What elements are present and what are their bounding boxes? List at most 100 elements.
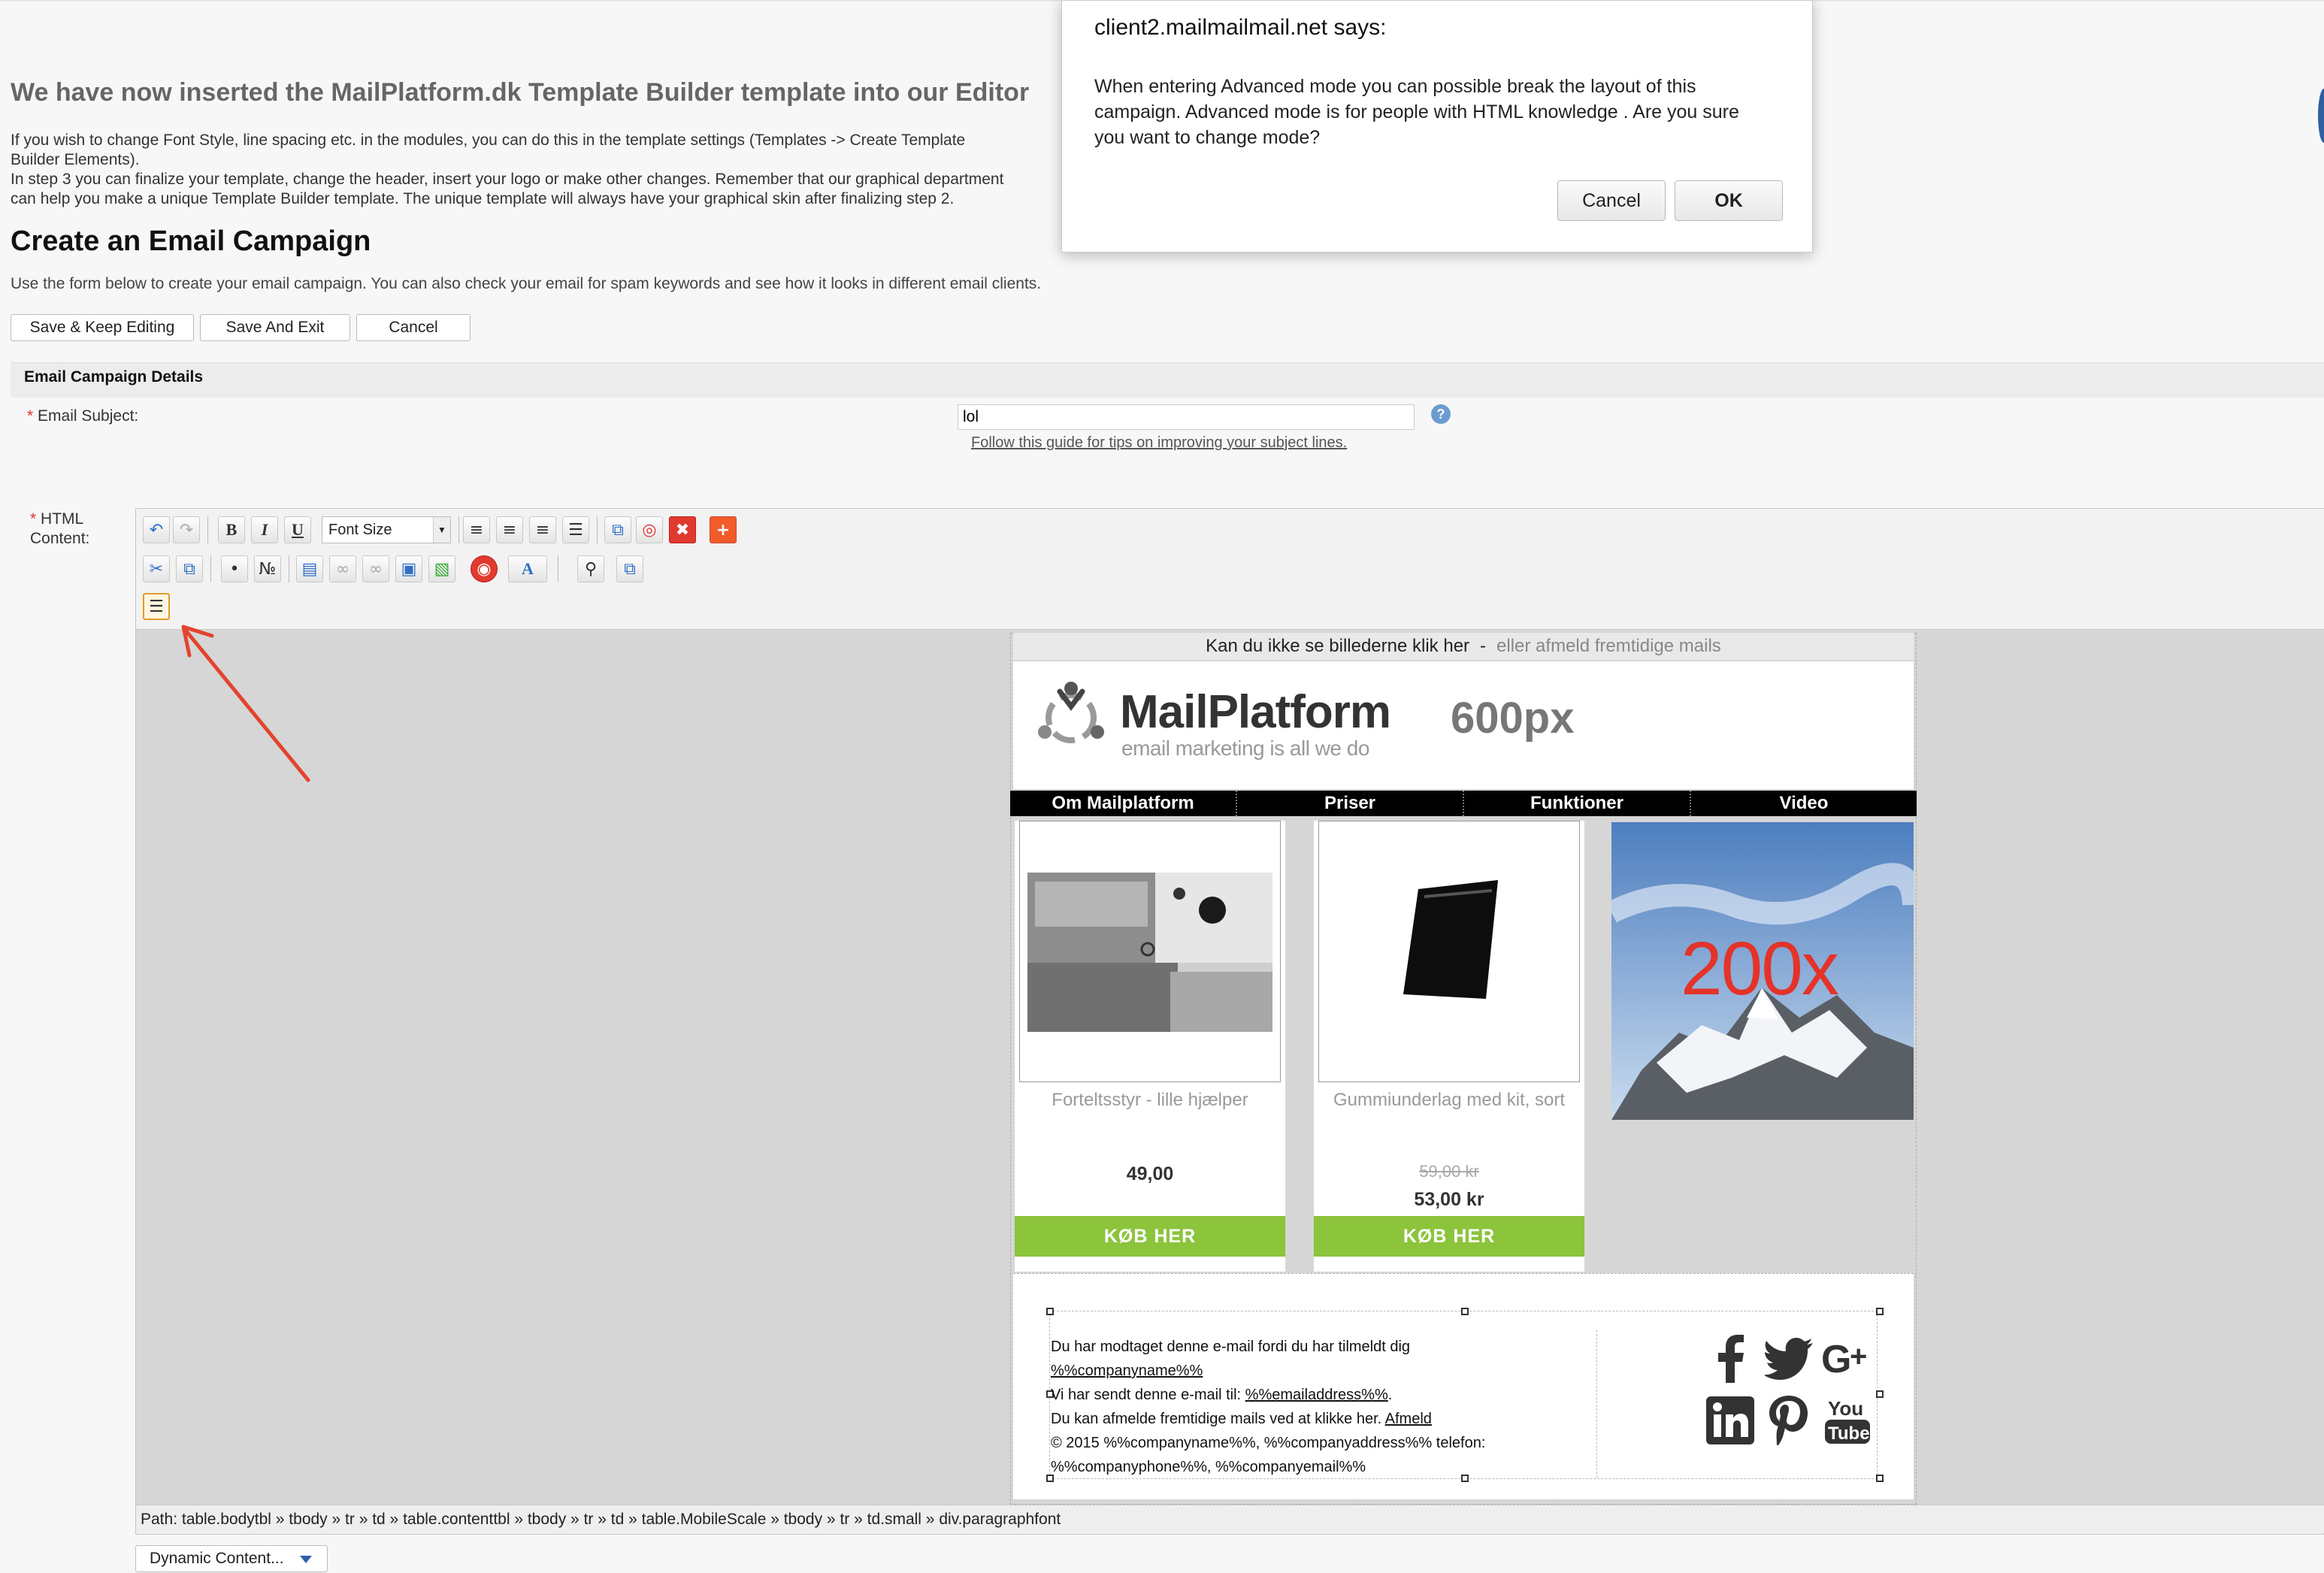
align-center-icon[interactable]: ≡	[496, 516, 523, 543]
mailplatform-logo-icon	[1038, 682, 1104, 743]
resize-handle[interactable]	[1876, 1308, 1884, 1315]
nav-item-om-mailplatform[interactable]: Om Mailplatform	[1010, 791, 1237, 816]
bold-button[interactable]: B	[218, 516, 245, 543]
email-nav-bar: Om Mailplatform Priser Funktioner Video	[1010, 791, 1917, 816]
numbered-list-icon[interactable]: №	[254, 555, 281, 582]
html-content-label: * HTML Content:	[30, 510, 105, 549]
cancel-button[interactable]: Cancel	[356, 314, 471, 341]
intro-text: If you wish to change Font Style, line s…	[11, 131, 1063, 209]
resize-handle[interactable]	[1876, 1390, 1884, 1398]
chevron-down-icon: ▼	[433, 517, 450, 543]
resize-handle[interactable]	[1461, 1308, 1469, 1315]
html-content-label-text: HTML Content:	[30, 510, 90, 547]
logo-tagline: email marketing is all we do	[1121, 737, 1369, 760]
template-inserted-heading: We have now inserted the MailPlatform.dk…	[11, 78, 1030, 107]
footer-line: %%companyphone%%, %%companyemail%%	[1051, 1459, 1366, 1475]
footer-line: Du kan afmelde fremtidige mails ved at k…	[1051, 1407, 1562, 1431]
unlink-icon[interactable]: ∞	[362, 555, 389, 582]
email-preheader: Kan du ikke se billederne klik her - ell…	[1013, 633, 1914, 660]
campaign-details-header	[11, 362, 2324, 398]
product-price: 53,00 kr	[1414, 1189, 1484, 1210]
youtube-bottom-text: Tube	[1828, 1423, 1870, 1444]
intro-line: Builder Elements).	[11, 151, 140, 168]
logo-wordmark: MailPlatform	[1120, 686, 1391, 738]
bulleted-list-icon[interactable]: •	[221, 555, 248, 582]
unsubscribe-link[interactable]: eller afmeld fremtidige mails	[1496, 636, 1721, 657]
dynamic-content-dropdown[interactable]: Dynamic Content...	[135, 1545, 328, 1572]
remove-format-icon[interactable]: ✖	[669, 516, 696, 543]
align-right-icon[interactable]: ≡	[529, 516, 556, 543]
youtube-top-text: You	[1828, 1397, 1863, 1420]
font-size-select[interactable]: Font Size ▼	[322, 516, 451, 543]
nav-item-priser[interactable]: Priser	[1237, 791, 1464, 816]
preview-icon[interactable]: ⚲	[577, 555, 604, 582]
subject-guide-link[interactable]: Follow this guide for tips on improving …	[971, 434, 1347, 452]
font-size-value: Font Size	[328, 521, 392, 538]
toolbar-separator	[458, 516, 459, 543]
partial-icon	[2318, 89, 2324, 143]
preheader-separator: -	[1480, 636, 1487, 656]
element-path-bar: Path: table.bodytbl » tbody » tr » td » …	[136, 1505, 2324, 1533]
link-icon[interactable]: ∞	[329, 555, 356, 582]
insert-table-icon[interactable]: ▤	[296, 555, 323, 582]
insert-image-icon[interactable]: ▣	[395, 555, 422, 582]
buy-button[interactable]: KØB HER	[1015, 1216, 1285, 1257]
chevron-down-icon	[300, 1556, 312, 1563]
cut-icon[interactable]: ✂	[143, 555, 170, 582]
save-and-exit-button[interactable]: Save And Exit	[200, 314, 350, 341]
redo-icon[interactable]: ↷	[173, 516, 200, 543]
google-plus-icon[interactable]: G +	[1820, 1332, 1875, 1386]
email-subject-label-text: Email Subject:	[38, 407, 139, 425]
underline-button[interactable]: U	[284, 516, 311, 543]
footer-line: Du har modtaget denne e-mail fordi du ha…	[1051, 1339, 1411, 1355]
help-icon[interactable]: ?	[1431, 404, 1451, 424]
add-module-icon[interactable]: +	[710, 516, 737, 543]
dialog-message: When entering Advanced mode you can poss…	[1094, 76, 1739, 148]
svg-text:+: +	[1850, 1340, 1867, 1373]
email-subject-input[interactable]	[958, 404, 1415, 430]
footer-line: Vi har sendt denne e-mail til: %%emailad…	[1051, 1383, 1562, 1407]
product-old-price: 59,00 kr	[1419, 1162, 1479, 1181]
intro-line: can help you make a unique Template Buil…	[11, 190, 955, 207]
survey-icon[interactable]: ◉	[471, 555, 498, 582]
insert-link-icon[interactable]: ⧉	[604, 516, 631, 543]
footer-emailaddress: %%emailaddress%%	[1245, 1387, 1388, 1403]
resize-handle[interactable]	[1046, 1308, 1054, 1315]
campaign-details-label: Email Campaign Details	[24, 368, 204, 386]
page-subtitle: Use the form below to create your email …	[11, 275, 1042, 292]
dialog-cancel-button[interactable]: Cancel	[1557, 180, 1666, 221]
save-keep-editing-button[interactable]: Save & Keep Editing	[11, 314, 194, 341]
page-title: Create an Email Campaign	[11, 225, 371, 257]
intro-line: If you wish to change Font Style, line s…	[11, 132, 966, 149]
italic-button[interactable]: I	[251, 516, 278, 543]
product-name[interactable]: Forteltsstyr - lille hjælper	[1015, 1090, 1285, 1111]
copy-icon[interactable]: ⧉	[176, 555, 203, 582]
footer-unsubscribe-link[interactable]: Afmeld	[1385, 1411, 1432, 1427]
product-image[interactable]	[1318, 821, 1580, 1082]
product-name[interactable]: Gummiunderlag med kit, sort	[1314, 1090, 1584, 1111]
facebook-icon[interactable]	[1703, 1332, 1757, 1386]
linkedin-icon[interactable]	[1703, 1393, 1757, 1447]
align-justify-icon[interactable]: ☰	[562, 516, 589, 543]
target-icon[interactable]: ◎	[636, 516, 663, 543]
insert-media-icon[interactable]: ▧	[428, 555, 455, 582]
advanced-mode-icon[interactable]: ☰	[143, 593, 170, 620]
nav-item-funktioner[interactable]: Funktioner	[1464, 791, 1691, 816]
dialog-ok-button[interactable]: OK	[1675, 180, 1783, 221]
undo-icon[interactable]: ↶	[143, 516, 170, 543]
twitter-icon[interactable]	[1762, 1332, 1816, 1386]
text-color-icon[interactable]: A	[508, 555, 547, 582]
svg-text:G: G	[1821, 1338, 1851, 1380]
footer-text[interactable]: Du har modtaget denne e-mail fordi du ha…	[1051, 1335, 1562, 1479]
resize-handle[interactable]	[1876, 1475, 1884, 1482]
footer-sent-to-text: Vi har sendt denne e-mail til:	[1051, 1387, 1245, 1403]
view-images-link[interactable]: Kan du ikke se billederne klik her	[1206, 636, 1469, 657]
align-left-icon[interactable]: ≡	[463, 516, 490, 543]
youtube-icon[interactable]: You Tube	[1820, 1393, 1875, 1447]
buy-button[interactable]: KØB HER	[1314, 1216, 1584, 1257]
dialog-title: client2.mailmailmail.net says:	[1094, 15, 1387, 40]
source-icon[interactable]: ⧉	[616, 555, 643, 582]
pinterest-icon[interactable]	[1762, 1393, 1816, 1447]
product-image[interactable]	[1019, 821, 1281, 1082]
nav-item-video[interactable]: Video	[1691, 791, 1917, 816]
